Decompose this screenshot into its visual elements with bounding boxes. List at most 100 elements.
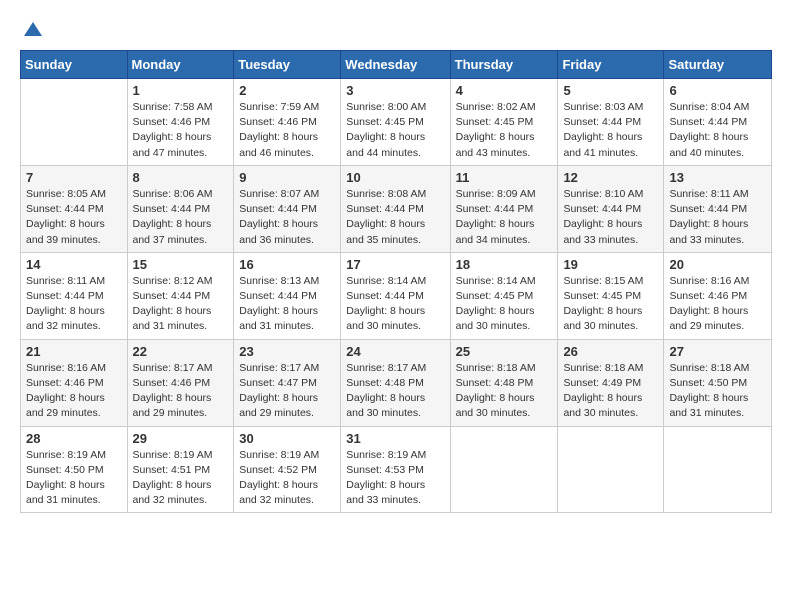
day-number: 7 — [26, 170, 122, 185]
calendar-cell: 1 Sunrise: 7:58 AMSunset: 4:46 PMDaylight… — [127, 79, 234, 166]
day-number: 3 — [346, 83, 444, 98]
day-info: Sunrise: 8:08 AMSunset: 4:44 PMDaylight:… — [346, 187, 444, 248]
day-info: Sunrise: 8:06 AMSunset: 4:44 PMDaylight:… — [133, 187, 229, 248]
day-info: Sunrise: 8:07 AMSunset: 4:44 PMDaylight:… — [239, 187, 335, 248]
calendar-cell: 30 Sunrise: 8:19 AMSunset: 4:52 PMDayligh… — [234, 426, 341, 513]
calendar-cell: 6 Sunrise: 8:04 AMSunset: 4:44 PMDaylight… — [664, 79, 772, 166]
calendar-table: SundayMondayTuesdayWednesdayThursdayFrid… — [20, 50, 772, 513]
day-info: Sunrise: 7:58 AMSunset: 4:46 PMDaylight:… — [133, 100, 229, 161]
calendar-cell: 17 Sunrise: 8:14 AMSunset: 4:44 PMDayligh… — [341, 252, 450, 339]
calendar-cell: 23Sunrise: 8:17 AMSunset: 4:47 PMDayligh… — [234, 339, 341, 426]
day-number: 18 — [456, 257, 553, 272]
calendar-cell: 4Sunrise: 8:02 AMSunset: 4:45 PMDaylight… — [450, 79, 558, 166]
day-number: 24 — [346, 344, 444, 359]
day-number: 19 — [563, 257, 658, 272]
day-number: 14 — [26, 257, 122, 272]
day-info: Sunrise: 8:19 AMSunset: 4:51 PMDaylight:… — [133, 448, 229, 509]
day-number: 16 — [239, 257, 335, 272]
day-info: Sunrise: 8:17 AMSunset: 4:48 PMDaylight:… — [346, 361, 444, 422]
day-number: 27 — [669, 344, 766, 359]
calendar-cell: 11Sunrise: 8:09 AMSunset: 4:44 PMDayligh… — [450, 165, 558, 252]
day-number: 21 — [26, 344, 122, 359]
logo — [20, 18, 44, 40]
calendar-cell: 18Sunrise: 8:14 AMSunset: 4:45 PMDayligh… — [450, 252, 558, 339]
calendar-cell: 29 Sunrise: 8:19 AMSunset: 4:51 PMDayligh… — [127, 426, 234, 513]
header-wednesday: Wednesday — [341, 51, 450, 79]
week-row-3: 21 Sunrise: 8:16 AMSunset: 4:46 PMDayligh… — [21, 339, 772, 426]
calendar-cell: 8 Sunrise: 8:06 AMSunset: 4:44 PMDaylight… — [127, 165, 234, 252]
day-info: Sunrise: 8:14 AMSunset: 4:44 PMDaylight:… — [346, 274, 444, 335]
calendar-cell: 25 Sunrise: 8:18 AMSunset: 4:48 PMDayligh… — [450, 339, 558, 426]
day-info: Sunrise: 8:11 AMSunset: 4:44 PMDaylight:… — [669, 187, 766, 248]
day-number: 29 — [133, 431, 229, 446]
calendar-cell: 31 Sunrise: 8:19 AMSunset: 4:53 PMDayligh… — [341, 426, 450, 513]
calendar-cell: 28 Sunrise: 8:19 AMSunset: 4:50 PMDayligh… — [21, 426, 128, 513]
calendar-cell: 9 Sunrise: 8:07 AMSunset: 4:44 PMDaylight… — [234, 165, 341, 252]
day-number: 9 — [239, 170, 335, 185]
day-number: 4 — [456, 83, 553, 98]
day-number: 8 — [133, 170, 229, 185]
calendar-cell: 26 Sunrise: 8:18 AMSunset: 4:49 PMDayligh… — [558, 339, 664, 426]
calendar-page: SundayMondayTuesdayWednesdayThursdayFrid… — [0, 0, 792, 612]
day-number: 10 — [346, 170, 444, 185]
calendar-cell: 10 Sunrise: 8:08 AMSunset: 4:44 PMDayligh… — [341, 165, 450, 252]
day-number: 31 — [346, 431, 444, 446]
day-info: Sunrise: 8:19 AMSunset: 4:52 PMDaylight:… — [239, 448, 335, 509]
day-number: 6 — [669, 83, 766, 98]
day-number: 30 — [239, 431, 335, 446]
calendar-cell — [21, 79, 128, 166]
day-info: Sunrise: 8:17 AMSunset: 4:46 PMDaylight:… — [133, 361, 229, 422]
day-number: 17 — [346, 257, 444, 272]
day-number: 13 — [669, 170, 766, 185]
day-info: Sunrise: 8:19 AMSunset: 4:50 PMDaylight:… — [26, 448, 122, 509]
day-info: Sunrise: 8:16 AMSunset: 4:46 PMDaylight:… — [26, 361, 122, 422]
calendar-cell: 13 Sunrise: 8:11 AMSunset: 4:44 PMDayligh… — [664, 165, 772, 252]
calendar-cell: 12 Sunrise: 8:10 AMSunset: 4:44 PMDayligh… — [558, 165, 664, 252]
day-info: Sunrise: 8:03 AMSunset: 4:44 PMDaylight:… — [563, 100, 658, 161]
day-info: Sunrise: 8:11 AMSunset: 4:44 PMDaylight:… — [26, 274, 122, 335]
day-number: 20 — [669, 257, 766, 272]
week-row-1: 7 Sunrise: 8:05 AMSunset: 4:44 PMDaylight… — [21, 165, 772, 252]
day-number: 26 — [563, 344, 658, 359]
day-info: Sunrise: 8:18 AMSunset: 4:49 PMDaylight:… — [563, 361, 658, 422]
calendar-cell — [664, 426, 772, 513]
header-sunday: Sunday — [21, 51, 128, 79]
day-info: Sunrise: 8:10 AMSunset: 4:44 PMDaylight:… — [563, 187, 658, 248]
calendar-cell: 19 Sunrise: 8:15 AMSunset: 4:45 PMDayligh… — [558, 252, 664, 339]
calendar-cell — [450, 426, 558, 513]
day-number: 12 — [563, 170, 658, 185]
header-saturday: Saturday — [664, 51, 772, 79]
day-number: 5 — [563, 83, 658, 98]
calendar-cell: 7 Sunrise: 8:05 AMSunset: 4:44 PMDaylight… — [21, 165, 128, 252]
week-row-4: 28 Sunrise: 8:19 AMSunset: 4:50 PMDayligh… — [21, 426, 772, 513]
day-number: 28 — [26, 431, 122, 446]
calendar-cell: 14 Sunrise: 8:11 AMSunset: 4:44 PMDayligh… — [21, 252, 128, 339]
calendar-cell: 22 Sunrise: 8:17 AMSunset: 4:46 PMDayligh… — [127, 339, 234, 426]
header — [20, 18, 772, 40]
day-info: Sunrise: 8:16 AMSunset: 4:46 PMDaylight:… — [669, 274, 766, 335]
header-thursday: Thursday — [450, 51, 558, 79]
week-row-2: 14 Sunrise: 8:11 AMSunset: 4:44 PMDayligh… — [21, 252, 772, 339]
day-info: Sunrise: 8:19 AMSunset: 4:53 PMDaylight:… — [346, 448, 444, 509]
calendar-cell: 5 Sunrise: 8:03 AMSunset: 4:44 PMDaylight… — [558, 79, 664, 166]
day-info: Sunrise: 8:00 AMSunset: 4:45 PMDaylight:… — [346, 100, 444, 161]
day-info: Sunrise: 8:04 AMSunset: 4:44 PMDaylight:… — [669, 100, 766, 161]
week-row-0: 1 Sunrise: 7:58 AMSunset: 4:46 PMDaylight… — [21, 79, 772, 166]
header-tuesday: Tuesday — [234, 51, 341, 79]
calendar-cell: 24 Sunrise: 8:17 AMSunset: 4:48 PMDayligh… — [341, 339, 450, 426]
day-number: 23 — [239, 344, 335, 359]
day-number: 25 — [456, 344, 553, 359]
day-number: 11 — [456, 170, 553, 185]
day-number: 22 — [133, 344, 229, 359]
calendar-cell — [558, 426, 664, 513]
day-info: Sunrise: 7:59 AMSunset: 4:46 PMDaylight:… — [239, 100, 335, 161]
calendar-cell: 2Sunrise: 7:59 AMSunset: 4:46 PMDaylight… — [234, 79, 341, 166]
day-info: Sunrise: 8:13 AMSunset: 4:44 PMDaylight:… — [239, 274, 335, 335]
day-info: Sunrise: 8:15 AMSunset: 4:45 PMDaylight:… — [563, 274, 658, 335]
day-number: 1 — [133, 83, 229, 98]
day-info: Sunrise: 8:18 AMSunset: 4:48 PMDaylight:… — [456, 361, 553, 422]
day-info: Sunrise: 8:05 AMSunset: 4:44 PMDaylight:… — [26, 187, 122, 248]
calendar-cell: 15Sunrise: 8:12 AMSunset: 4:44 PMDayligh… — [127, 252, 234, 339]
calendar-cell: 16 Sunrise: 8:13 AMSunset: 4:44 PMDayligh… — [234, 252, 341, 339]
calendar-cell: 21 Sunrise: 8:16 AMSunset: 4:46 PMDayligh… — [21, 339, 128, 426]
